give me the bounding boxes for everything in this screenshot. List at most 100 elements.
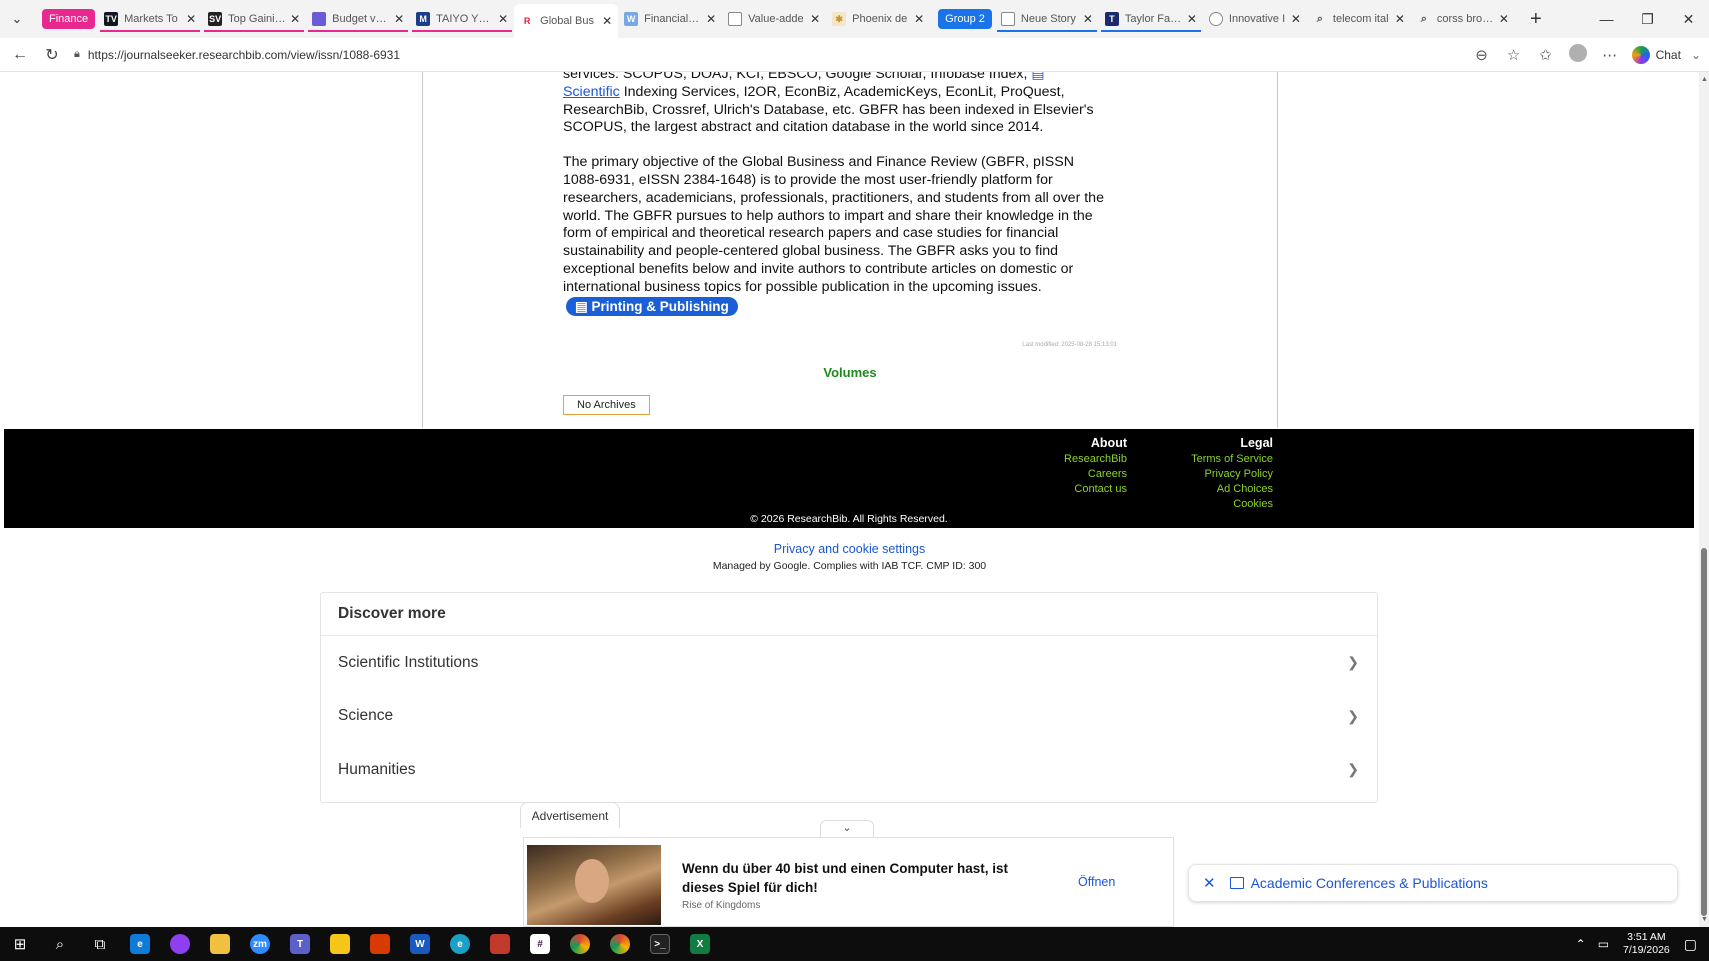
app-icon[interactable] <box>480 927 520 961</box>
close-tab-icon[interactable]: ✕ <box>290 12 300 26</box>
close-tab-icon[interactable]: ✕ <box>1291 12 1301 26</box>
conference-pill[interactable]: ✕ Academic Conferences & Publications <box>1188 864 1678 902</box>
indexing-paragraph: services: SCOPUS, DOAJ, KCI, EBSCO, Goog… <box>563 72 1111 137</box>
file-explorer-icon[interactable] <box>200 927 240 961</box>
tab-bar: ⌄ Finance TV Markets To ✕ SV Top Gaining… <box>0 0 1709 38</box>
app-purple-icon[interactable] <box>160 927 200 961</box>
privacy-settings-link[interactable]: Privacy and cookie settings <box>0 542 1699 556</box>
network-icon[interactable]: ▭ <box>1598 937 1609 951</box>
browser-tab[interactable]: ✱ Phoenix de ✕ <box>826 4 930 34</box>
teams-icon[interactable]: T <box>280 927 320 961</box>
close-tab-icon[interactable]: ✕ <box>394 12 404 26</box>
browser-tab[interactable]: Neue Story ✕ <box>995 4 1099 34</box>
collapse-ad-chevron-icon[interactable]: ⌄ <box>820 820 874 838</box>
footer-link-researchbib[interactable]: ResearchBib <box>1064 452 1127 467</box>
footer-link-contact[interactable]: Contact us <box>1064 482 1127 497</box>
browser-tab[interactable]: ⌕ corss brows ✕ <box>1411 4 1515 34</box>
printing-publishing-button[interactable]: ▤ Printing & Publishing <box>566 296 738 317</box>
zoom-icon[interactable]: zm <box>240 927 280 961</box>
profile-icon[interactable] <box>1562 43 1594 66</box>
printing-publishing-label: Printing & Publishing <box>591 298 729 314</box>
slack-icon[interactable]: # <box>520 927 560 961</box>
minimize-icon[interactable]: — <box>1586 0 1627 38</box>
more-menu-icon[interactable]: ⋯ <box>1594 46 1626 64</box>
url-field[interactable]: 🔒︎ https://journalseeker.researchbib.com… <box>74 42 1466 68</box>
footer-link-terms[interactable]: Terms of Service <box>1191 452 1273 467</box>
close-window-icon[interactable]: ✕ <box>1668 0 1709 38</box>
browser-tab[interactable]: Budget vs. I ✕ <box>306 4 410 34</box>
close-tab-icon[interactable]: ✕ <box>602 14 612 28</box>
discover-item[interactable]: Scientific Institutions ❯ <box>321 636 1377 690</box>
browser-tab[interactable]: Innovative I ✕ <box>1203 4 1307 34</box>
search-icon[interactable]: ⌕ <box>40 927 80 961</box>
browser-tab[interactable]: SV Top Gaining ✕ <box>202 4 306 34</box>
chrome-icon[interactable] <box>560 927 600 961</box>
browser-tab[interactable]: T Taylor Farm ✕ <box>1099 4 1203 34</box>
browser-tab-active[interactable]: R Global Bus ✕ <box>514 4 619 38</box>
close-tab-icon[interactable]: ✕ <box>1187 12 1197 26</box>
chevron-down-icon[interactable]: ⌄ <box>1691 48 1701 62</box>
close-icon[interactable]: ✕ <box>1203 874 1216 892</box>
ad-headline[interactable]: Wenn du über 40 bist und einen Computer … <box>682 859 1012 897</box>
tab-group-2[interactable]: Group 2 <box>938 9 992 29</box>
footer-link-ad-choices[interactable]: Ad Choices <box>1191 482 1273 497</box>
discover-item[interactable]: Humanities ❯ <box>321 743 1377 797</box>
show-hidden-icons-icon[interactable]: ⌃ <box>1576 937 1586 951</box>
close-tab-icon[interactable]: ✕ <box>1499 12 1509 26</box>
new-tab-button[interactable]: + <box>1521 8 1551 31</box>
browser-tab[interactable]: TV Markets To ✕ <box>98 4 202 34</box>
scroll-up-icon[interactable]: ▲ <box>1701 76 1708 83</box>
favorite-star-icon[interactable]: ☆ <box>1498 46 1530 64</box>
ad-image[interactable] <box>527 845 661 925</box>
excel-icon[interactable]: X <box>680 927 720 961</box>
tab-actions-menu-icon[interactable]: ⌄ <box>0 0 34 38</box>
back-arrow-icon[interactable]: ← <box>4 46 36 64</box>
clock-date: 7/19/2026 <box>1623 944 1670 956</box>
favorites-icon[interactable]: ✩ <box>1530 46 1562 64</box>
scroll-down-icon[interactable]: ▼ <box>1701 916 1708 923</box>
clock[interactable]: 3:51 AM 7/19/2026 <box>1623 931 1670 957</box>
ad-open-button[interactable]: Öffnen <box>1078 875 1115 889</box>
reader-mode-icon[interactable]: ⊖ <box>1466 46 1498 64</box>
close-tab-icon[interactable]: ✕ <box>810 12 820 26</box>
office-apps-icon[interactable] <box>360 927 400 961</box>
indexing-text: services: SCOPUS, DOAJ, KCI, EBSCO, Goog… <box>563 72 1032 82</box>
close-tab-icon[interactable]: ✕ <box>1083 12 1093 26</box>
close-tab-icon[interactable]: ✕ <box>1395 12 1405 26</box>
footer-link-careers[interactable]: Careers <box>1064 467 1127 482</box>
browser-tab[interactable]: W Financial Re ✕ <box>618 4 722 34</box>
objective-paragraph: The primary objective of the Global Busi… <box>563 154 1111 317</box>
discover-item[interactable]: Science ❯ <box>321 690 1377 744</box>
advertisement-banner[interactable]: Wenn du über 40 bist und einen Computer … <box>523 837 1174 927</box>
refresh-icon[interactable]: ↻ <box>36 45 68 65</box>
close-tab-icon[interactable]: ✕ <box>498 12 508 26</box>
tab-group-finance[interactable]: Finance <box>42 9 96 29</box>
chat-button[interactable]: Chat ⌄ <box>1631 45 1701 64</box>
close-tab-icon[interactable]: ✕ <box>186 12 196 26</box>
word-icon[interactable]: W <box>400 927 440 961</box>
page-scrollbar[interactable]: ▲ ▼ <box>1699 72 1709 927</box>
ad-source: Rise of Kingdoms <box>682 900 761 911</box>
close-tab-icon[interactable]: ✕ <box>706 12 716 26</box>
browser-tab[interactable]: M TAIYO YUDE ✕ <box>410 4 514 34</box>
footer-link-privacy[interactable]: Privacy Policy <box>1191 467 1273 482</box>
conference-pill-label[interactable]: Academic Conferences & Publications <box>1251 875 1488 891</box>
scrollbar-thumb[interactable] <box>1701 548 1707 916</box>
chrome-profile-icon[interactable] <box>600 927 640 961</box>
scientific-link[interactable]: Scientific <box>563 84 620 100</box>
edge-browser-icon[interactable]: e <box>120 927 160 961</box>
close-tab-icon[interactable]: ✕ <box>914 12 924 26</box>
browser-tab[interactable]: ⌕ telecom ital ✕ <box>1307 4 1411 34</box>
url-text[interactable]: https://journalseeker.researchbib.com/vi… <box>88 48 400 62</box>
restore-icon[interactable]: ❐ <box>1627 0 1668 38</box>
task-view-icon[interactable]: ⧉ <box>80 927 120 961</box>
footer-legal-heading: Legal <box>1240 436 1273 450</box>
site-footer: About ResearchBib Careers Contact us Leg… <box>4 429 1694 528</box>
edge-active-icon[interactable]: e <box>440 927 480 961</box>
windows-start-icon[interactable]: ⊞ <box>0 927 40 961</box>
terminal-icon[interactable]: >_ <box>640 927 680 961</box>
footer-link-cookies[interactable]: Cookies <box>1191 497 1273 512</box>
browser-tab[interactable]: Value-adde ✕ <box>722 4 826 34</box>
sticky-notes-icon[interactable] <box>320 927 360 961</box>
notifications-icon[interactable]: ▢ <box>1684 936 1697 953</box>
